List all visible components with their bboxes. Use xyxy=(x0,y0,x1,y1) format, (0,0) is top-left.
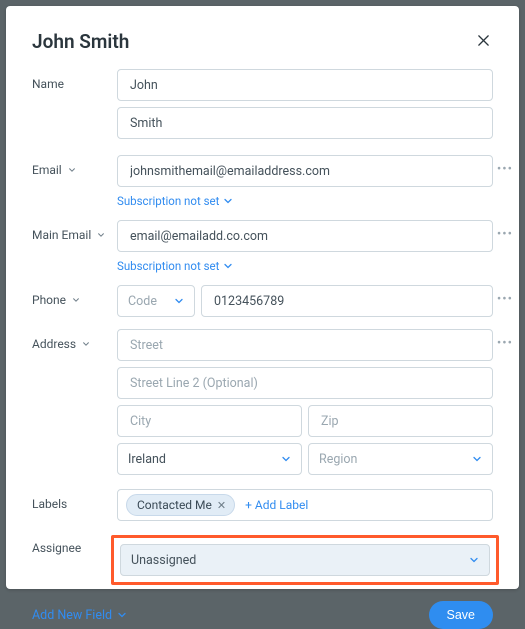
chevron-down-icon xyxy=(472,454,482,464)
address-more-button[interactable]: ••• xyxy=(497,337,513,350)
remove-label-button[interactable]: ✕ xyxy=(217,499,226,512)
contact-edit-dialog: John Smith Name Email Subscription not s… xyxy=(6,6,519,589)
chevron-down-icon xyxy=(82,340,90,348)
main-email-subscription-link[interactable]: Subscription not set xyxy=(117,259,493,273)
assignee-select[interactable]: Unassigned xyxy=(120,544,490,576)
main-email-input[interactable] xyxy=(117,220,493,252)
country-select[interactable]: Ireland xyxy=(117,443,302,475)
chevron-down-icon xyxy=(469,555,479,565)
email-more-button[interactable]: ••• xyxy=(497,163,513,176)
city-input[interactable] xyxy=(117,405,302,437)
labels-label: Labels xyxy=(32,489,117,511)
region-select[interactable]: Region xyxy=(308,443,493,475)
name-row: Name xyxy=(32,69,493,139)
last-name-input[interactable] xyxy=(117,107,493,139)
phone-row: Phone Code ••• xyxy=(32,285,493,317)
main-email-row: Main Email Subscription not set ••• xyxy=(32,220,493,273)
add-label-button[interactable]: + Add Label xyxy=(245,498,308,512)
save-button[interactable]: Save xyxy=(429,601,494,629)
chevron-down-icon xyxy=(174,296,184,306)
email-row: Email Subscription not set ••• xyxy=(32,155,493,208)
name-label: Name xyxy=(32,69,117,91)
phone-number-input[interactable] xyxy=(201,285,493,317)
chevron-down-icon xyxy=(281,454,291,464)
address-row: Address Ireland Region xyxy=(32,329,493,475)
dialog-title: John Smith xyxy=(32,30,129,53)
close-button[interactable] xyxy=(473,30,493,50)
email-label[interactable]: Email xyxy=(32,155,117,177)
form: Name Email Subscription not set ••• xyxy=(32,69,493,587)
add-new-field-button[interactable]: Add New Field xyxy=(32,608,127,623)
assignee-row: Assignee Unassigned xyxy=(32,533,493,587)
dialog-footer: Add New Field Save xyxy=(32,601,493,629)
dialog-header: John Smith xyxy=(32,30,493,53)
close-icon xyxy=(477,34,490,47)
assignee-label: Assignee xyxy=(32,533,117,555)
main-email-more-button[interactable]: ••• xyxy=(497,228,513,241)
highlight-box: Unassigned xyxy=(111,535,499,585)
street-input[interactable] xyxy=(117,329,493,361)
chevron-down-icon xyxy=(223,196,233,206)
labels-field[interactable]: Contacted Me ✕ + Add Label xyxy=(117,489,493,521)
labels-row: Labels Contacted Me ✕ + Add Label xyxy=(32,489,493,521)
phone-code-select[interactable]: Code xyxy=(117,285,195,317)
chevron-down-icon xyxy=(223,261,233,271)
phone-more-button[interactable]: ••• xyxy=(497,293,513,306)
chevron-down-icon xyxy=(117,610,127,620)
main-email-label[interactable]: Main Email xyxy=(32,220,117,242)
chevron-down-icon xyxy=(68,166,76,174)
chevron-down-icon xyxy=(97,231,105,239)
phone-label[interactable]: Phone xyxy=(32,285,117,307)
address-label[interactable]: Address xyxy=(32,329,117,351)
chevron-down-icon xyxy=(72,296,80,304)
first-name-input[interactable] xyxy=(117,69,493,101)
email-subscription-link[interactable]: Subscription not set xyxy=(117,194,493,208)
zip-input[interactable] xyxy=(308,405,493,437)
label-chip-text: Contacted Me xyxy=(137,498,212,512)
label-chip: Contacted Me ✕ xyxy=(126,494,235,516)
street2-input[interactable] xyxy=(117,367,493,399)
email-input[interactable] xyxy=(117,155,493,187)
